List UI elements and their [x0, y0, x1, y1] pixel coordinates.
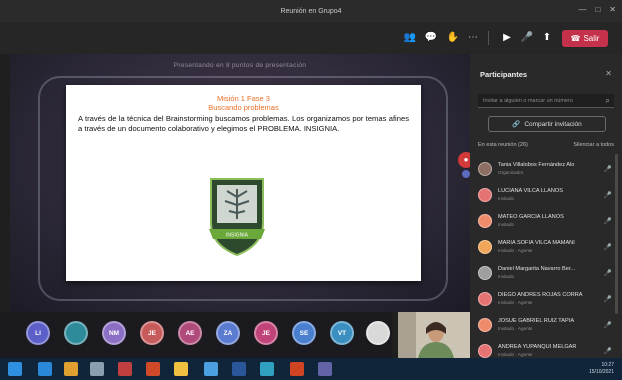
avatar: [478, 292, 492, 306]
media-icon[interactable]: [118, 362, 132, 376]
avatar: [478, 240, 492, 254]
share-screen-icon[interactable]: ⬆: [540, 32, 554, 44]
participant-row[interactable]: LUCIANA VILCA LLANOS Invitado 🎤: [478, 182, 614, 208]
participants-icon[interactable]: 👥: [403, 32, 417, 44]
presentation-slide: Misión 1 Fase 3 Buscando problemas A tra…: [66, 85, 421, 281]
microphone-icon[interactable]: 🎤: [604, 165, 612, 173]
participant-row[interactable]: DIEGO ANDRÉS ROJAS CORRA Invitado · Agent…: [478, 286, 614, 312]
section-label[interactable]: En esta reunión (26): [478, 142, 528, 148]
microphone-icon[interactable]: 🎤: [604, 217, 612, 225]
avatar[interactable]: SE: [292, 321, 316, 345]
avatar: [478, 188, 492, 202]
panel-title: Participantes: [480, 70, 528, 79]
avatar: [478, 266, 492, 280]
badge-label: INSIGNIA: [226, 233, 249, 239]
participant-row[interactable]: MATEO GARCÍA LLANOS Invitado 🎤: [478, 208, 614, 234]
avatar[interactable]: [366, 321, 390, 345]
participant-avatar-strip: LI NM JE AE ZA JE SE VT: [0, 312, 392, 358]
microphone-icon[interactable]: 🎤: [604, 243, 612, 251]
powerpoint-icon[interactable]: [290, 362, 304, 376]
person-video-icon: [398, 312, 470, 358]
maximize-icon[interactable]: □: [595, 5, 600, 14]
in-meeting-section: En esta reunión (26) Silenciar a todos: [478, 142, 614, 148]
participant-list: Tania Villalobos Fernández Alo Organizado…: [478, 156, 614, 364]
self-video-tile[interactable]: [398, 312, 470, 358]
edge-icon[interactable]: [38, 362, 52, 376]
minimize-icon[interactable]: —: [578, 5, 586, 14]
avatar[interactable]: [64, 321, 88, 345]
avatar[interactable]: JE: [254, 321, 278, 345]
window-titlebar: Reunión en Grupo4 — □ ✕: [0, 0, 622, 22]
slide-subheading: Buscando problemas: [208, 103, 279, 112]
participant-row[interactable]: Tania Villalobos Fernández Alo Organizado…: [478, 156, 614, 182]
slide-body: A través de la técnica del Brainstorming…: [78, 114, 409, 134]
participant-row[interactable]: JOSUÉ GABRIEL RUIZ TAPIA Invitado · Agent…: [478, 312, 614, 338]
chrome-icon[interactable]: [64, 362, 78, 376]
record-indicator-icon[interactable]: ●: [458, 152, 470, 168]
window-controls: — □ ✕: [578, 5, 616, 14]
microphone-icon[interactable]: 🎤: [604, 191, 612, 199]
participant-row[interactable]: MARÍA SOFÍA VILCA MAMANI Invitado · Agent…: [478, 234, 614, 260]
mute-all-button[interactable]: Silenciar a todos: [573, 142, 614, 148]
camera-icon[interactable]: ▶: [500, 32, 514, 44]
start-icon[interactable]: [8, 362, 22, 376]
share-invite-button[interactable]: 🔗 Compartir invitación: [488, 116, 606, 132]
phone-icon: ☎: [570, 34, 581, 43]
files-icon[interactable]: [174, 362, 188, 376]
raise-hand-icon[interactable]: ✋: [446, 32, 460, 44]
slide-heading: Misión 1 Fase 3: [217, 94, 270, 103]
insignia-badge-icon: INSIGNIA: [209, 178, 265, 257]
close-icon[interactable]: ✕: [605, 69, 612, 78]
leave-label: Salir: [583, 34, 600, 43]
leave-button[interactable]: ☎ Salir: [562, 30, 608, 47]
settings-icon[interactable]: [90, 362, 104, 376]
participant-row[interactable]: Daniel Margarita Navarro Ber... Invitado …: [478, 260, 614, 286]
avatar: [478, 344, 492, 358]
store-icon[interactable]: [260, 362, 274, 376]
more-options-icon[interactable]: ⋯: [466, 32, 480, 44]
avatar[interactable]: JE: [140, 321, 164, 345]
avatar: [478, 214, 492, 228]
microphone-icon[interactable]: 🎤: [604, 269, 612, 277]
meeting-toolbar: 👥 💬 ✋ ⋯ ▶ 🎤 ⬆ ☎ Salir: [0, 22, 622, 54]
avatar[interactable]: VT: [330, 321, 354, 345]
microphone-icon[interactable]: 🎤: [604, 295, 612, 303]
system-tray-clock[interactable]: 10:27 15/10/2021: [589, 362, 614, 376]
office-icon[interactable]: [146, 362, 160, 376]
microphone-icon[interactable]: 🎤: [520, 32, 534, 44]
avatar[interactable]: ZA: [216, 321, 240, 345]
avatar[interactable]: LI: [26, 321, 50, 345]
microphone-icon[interactable]: 🎤: [604, 347, 612, 355]
avatar: [478, 162, 492, 176]
chat-icon[interactable]: 💬: [424, 32, 438, 44]
pointer-dot-icon[interactable]: [462, 170, 470, 178]
search-icon: ⌕: [605, 96, 610, 105]
shared-content-stage: Presentando en 8 puntos de presentación …: [10, 54, 470, 312]
participants-panel: Participantes ✕ Invitar a alguien o marc…: [470, 54, 622, 358]
window-title: Reunión en Grupo4: [280, 7, 342, 15]
os-taskbar: 10:27 15/10/2021: [0, 358, 622, 380]
teams-icon[interactable]: [318, 362, 332, 376]
panel-scrollbar[interactable]: [615, 154, 618, 314]
link-icon: 🔗: [512, 121, 521, 128]
invite-search-input[interactable]: Invitar a alguien o marcar un número ⌕: [478, 94, 614, 108]
microphone-icon[interactable]: 🎤: [604, 321, 612, 329]
presenting-banner: Presentando en 8 puntos de presentación: [173, 62, 307, 69]
photos-icon[interactable]: [204, 362, 218, 376]
close-window-icon[interactable]: ✕: [609, 5, 616, 14]
word-icon[interactable]: [232, 362, 246, 376]
avatar[interactable]: AE: [178, 321, 202, 345]
avatar: [478, 318, 492, 332]
avatar[interactable]: NM: [102, 321, 126, 345]
